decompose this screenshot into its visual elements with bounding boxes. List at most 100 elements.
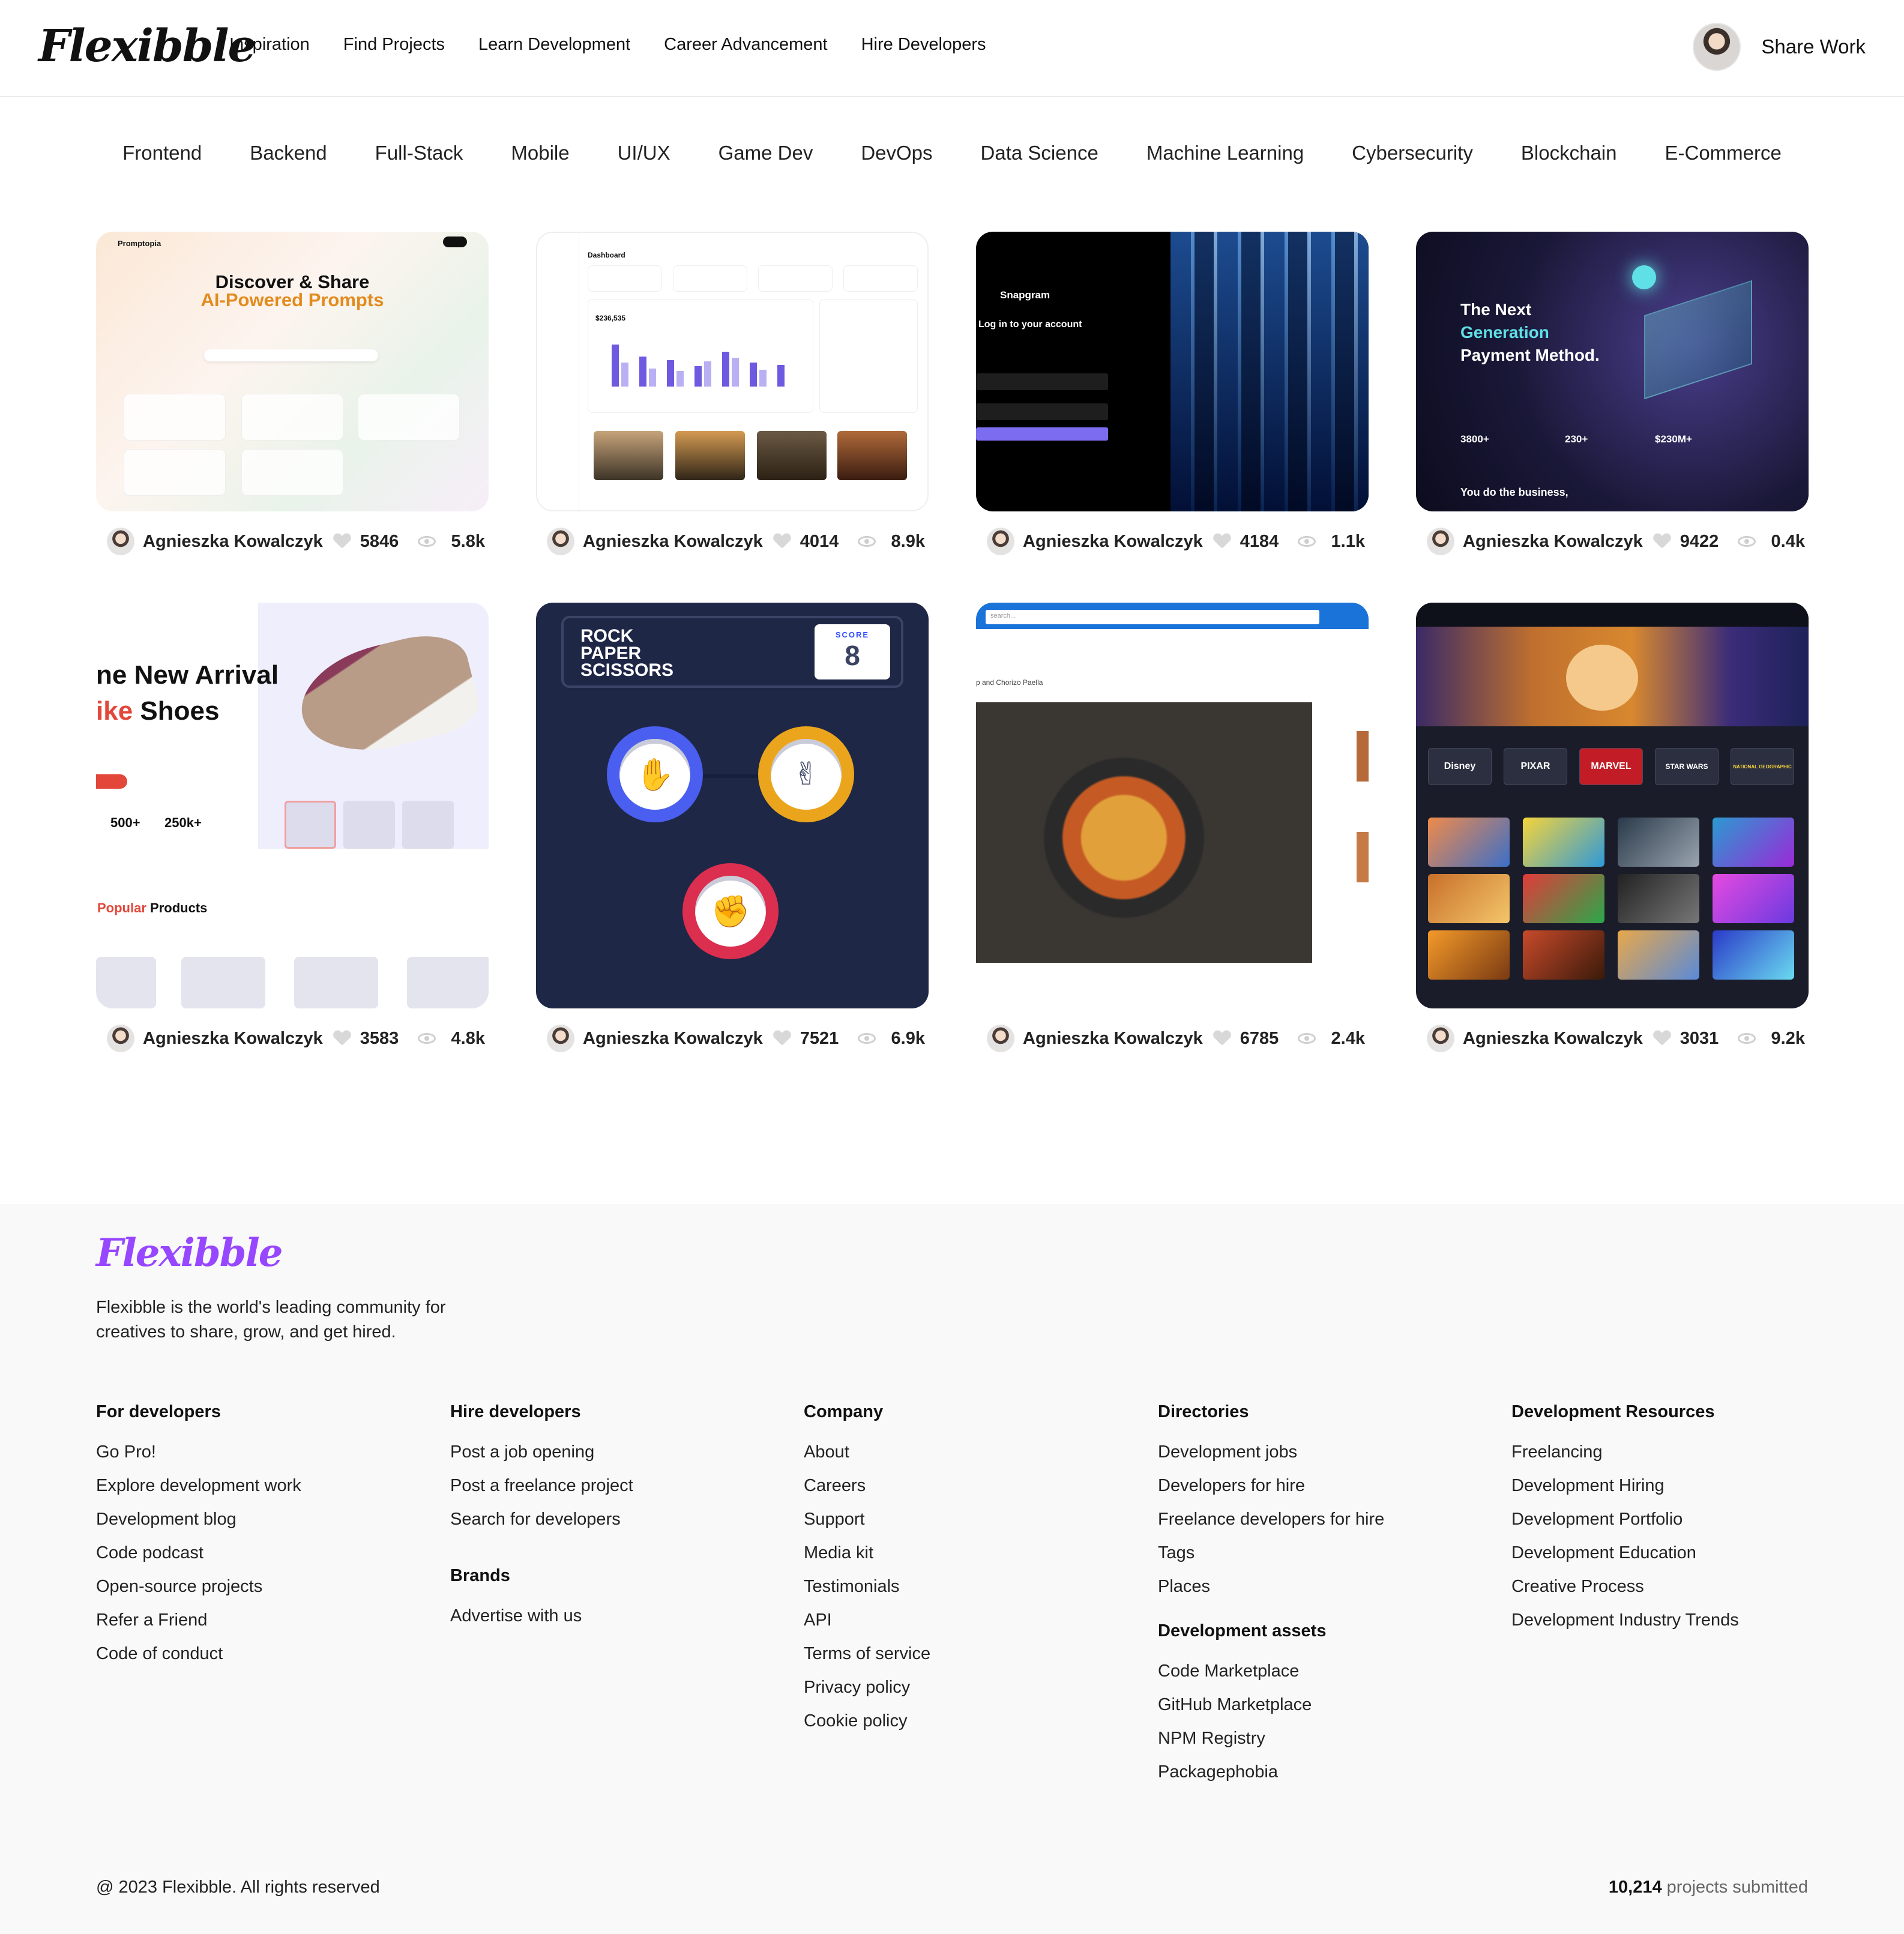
- author-name[interactable]: Agnieszka Kowalczyk: [143, 532, 323, 552]
- logo[interactable]: Flexibble: [38, 20, 256, 72]
- thumb-headline: ne New Arrival: [96, 660, 279, 690]
- category-blockchain[interactable]: Blockchain: [1497, 142, 1641, 164]
- footer-link[interactable]: Code podcast: [96, 1536, 432, 1570]
- likes-count: 4014: [800, 531, 839, 551]
- project-thumbnail[interactable]: Snapgram Log in to your account: [976, 232, 1369, 511]
- footer-link[interactable]: Search for developers: [450, 1502, 786, 1536]
- footer-link[interactable]: Development Hiring: [1511, 1469, 1848, 1502]
- nav-inspiration[interactable]: Inspiration: [229, 35, 310, 55]
- category-game-dev[interactable]: Game Dev: [694, 142, 837, 164]
- thumb-product: [96, 957, 156, 1008]
- heart-icon[interactable]: [1214, 1031, 1231, 1046]
- footer-link[interactable]: Development jobs: [1158, 1435, 1494, 1469]
- footer-link[interactable]: Developers for hire: [1158, 1469, 1494, 1502]
- author-avatar[interactable]: [1427, 1025, 1454, 1052]
- footer-link[interactable]: NPM Registry: [1158, 1722, 1494, 1755]
- footer-link[interactable]: Freelancing: [1511, 1435, 1848, 1469]
- paper-chip: ✋: [607, 726, 703, 822]
- footer-link[interactable]: Privacy policy: [804, 1670, 1140, 1704]
- footer-link[interactable]: Code of conduct: [96, 1637, 432, 1670]
- thumb-revenue-chart: $236,535: [588, 299, 813, 413]
- category-devops[interactable]: DevOps: [837, 142, 956, 164]
- footer-link[interactable]: Places: [1158, 1570, 1494, 1603]
- category-backend[interactable]: Backend: [226, 142, 351, 164]
- author-name[interactable]: Agnieszka Kowalczyk: [583, 532, 763, 552]
- author-name[interactable]: Agnieszka Kowalczyk: [583, 1029, 763, 1049]
- footer-logo[interactable]: Flexibble: [96, 1231, 283, 1276]
- footer-link[interactable]: Go Pro!: [96, 1435, 432, 1469]
- footer-link[interactable]: Creative Process: [1511, 1570, 1848, 1603]
- category-full-stack[interactable]: Full-Stack: [351, 142, 487, 164]
- top-header: Flexibble Inspiration Find Projects Lear…: [0, 0, 1904, 97]
- project-thumbnail[interactable]: ne New Arrival ike Shoes 500+ 250k+ Popu…: [96, 603, 489, 1008]
- footer-link[interactable]: Development Industry Trends: [1511, 1603, 1848, 1637]
- nav-find-projects[interactable]: Find Projects: [343, 35, 445, 55]
- footer-link[interactable]: Explore development work: [96, 1469, 432, 1502]
- footer-link[interactable]: Cookie policy: [804, 1704, 1140, 1738]
- footer-link[interactable]: About: [804, 1435, 1140, 1469]
- eye-icon: [1737, 536, 1756, 547]
- author-avatar[interactable]: [547, 1025, 574, 1052]
- nav-learn-development[interactable]: Learn Development: [478, 35, 630, 55]
- footer-link[interactable]: Testimonials: [804, 1570, 1140, 1603]
- footer-link[interactable]: Support: [804, 1502, 1140, 1536]
- category-e-commerce[interactable]: E-Commerce: [1641, 142, 1806, 164]
- heart-icon[interactable]: [774, 534, 791, 549]
- category-data-science[interactable]: Data Science: [957, 142, 1122, 164]
- heart-icon[interactable]: [774, 1031, 791, 1046]
- author-avatar[interactable]: [107, 1025, 134, 1052]
- footer-link[interactable]: Post a freelance project: [450, 1469, 786, 1502]
- author-name[interactable]: Agnieszka Kowalczyk: [1463, 532, 1643, 552]
- footer-link[interactable]: Careers: [804, 1469, 1140, 1502]
- project-thumbnail[interactable]: The Next Generation Payment Method. 3800…: [1416, 232, 1809, 511]
- category-machine-learning[interactable]: Machine Learning: [1122, 142, 1328, 164]
- author-avatar[interactable]: [1427, 528, 1454, 555]
- footer-link[interactable]: Advertise with us: [450, 1599, 786, 1633]
- heart-icon[interactable]: [334, 534, 351, 549]
- footer-link[interactable]: Post a job opening: [450, 1435, 786, 1469]
- footer-link[interactable]: Development Portfolio: [1511, 1502, 1848, 1536]
- footer-link[interactable]: Refer a Friend: [96, 1603, 432, 1637]
- thumb-poster: [1523, 818, 1604, 867]
- project-thumbnail[interactable]: search... p and Chorizo Paella: [976, 603, 1369, 1008]
- author-avatar[interactable]: [547, 528, 574, 555]
- footer-link[interactable]: GitHub Marketplace: [1158, 1688, 1494, 1722]
- project-thumbnail[interactable]: Promptopia Discover & Share AI-Powered P…: [96, 232, 489, 511]
- footer-column-hire-developers: Hire developers Post a job opening Post …: [450, 1402, 786, 1633]
- footer-link[interactable]: Media kit: [804, 1536, 1140, 1570]
- user-avatar[interactable]: [1693, 23, 1741, 71]
- footer-link[interactable]: Tags: [1158, 1536, 1494, 1570]
- heart-icon[interactable]: [1654, 1031, 1671, 1046]
- footer-column-title: Directories: [1158, 1402, 1249, 1421]
- footer-link[interactable]: Open-source projects: [96, 1570, 432, 1603]
- category-frontend[interactable]: Frontend: [98, 142, 226, 164]
- author-avatar[interactable]: [107, 528, 134, 555]
- author-name[interactable]: Agnieszka Kowalczyk: [143, 1029, 323, 1049]
- footer-link[interactable]: Freelance developers for hire: [1158, 1502, 1494, 1536]
- share-work-link[interactable]: Share Work: [1761, 35, 1866, 58]
- author-name[interactable]: Agnieszka Kowalczyk: [1463, 1029, 1643, 1049]
- nav-career-advancement[interactable]: Career Advancement: [664, 35, 827, 55]
- footer-link[interactable]: Packagephobia: [1158, 1755, 1494, 1789]
- nav-hire-developers[interactable]: Hire Developers: [861, 35, 986, 55]
- footer-link[interactable]: Terms of service: [804, 1637, 1140, 1670]
- thumb-shoe-option: [285, 801, 336, 849]
- author-avatar[interactable]: [987, 528, 1014, 555]
- category-ui-ux[interactable]: UI/UX: [594, 142, 694, 164]
- heart-icon[interactable]: [1654, 534, 1671, 549]
- author-name[interactable]: Agnieszka Kowalczyk: [1023, 532, 1203, 552]
- footer-link[interactable]: API: [804, 1603, 1140, 1637]
- footer-link[interactable]: Code Marketplace: [1158, 1654, 1494, 1688]
- project-thumbnail[interactable]: Dashboard $236,535: [536, 232, 929, 511]
- category-mobile[interactable]: Mobile: [487, 142, 593, 164]
- footer-link[interactable]: Development blog: [96, 1502, 432, 1536]
- thumb-stat: [758, 265, 833, 292]
- heart-icon[interactable]: [1214, 534, 1231, 549]
- heart-icon[interactable]: [334, 1031, 351, 1046]
- project-thumbnail[interactable]: Disney PIXAR MARVEL STAR WARS NATIONAL G…: [1416, 603, 1809, 1008]
- author-name[interactable]: Agnieszka Kowalczyk: [1023, 1029, 1203, 1049]
- footer-link[interactable]: Development Education: [1511, 1536, 1848, 1570]
- project-thumbnail[interactable]: ROCK PAPER SCISSORS SCORE 8 ✋ ✌ ✊: [536, 603, 929, 1008]
- author-avatar[interactable]: [987, 1025, 1014, 1052]
- category-cybersecurity[interactable]: Cybersecurity: [1328, 142, 1497, 164]
